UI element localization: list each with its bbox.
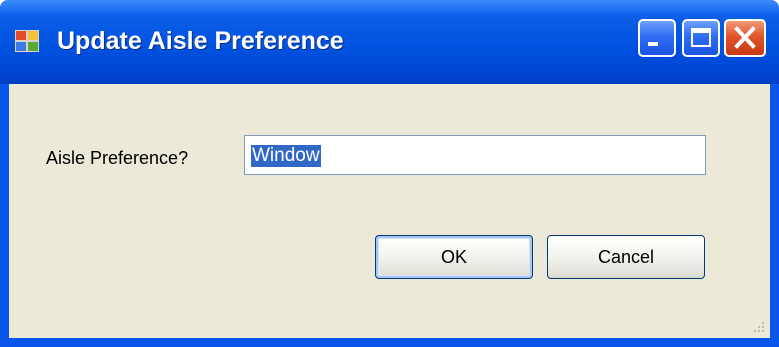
maximize-button[interactable] xyxy=(682,19,720,57)
ok-button[interactable]: OK xyxy=(375,235,533,279)
app-form-icon xyxy=(15,30,39,52)
resize-grip-icon[interactable] xyxy=(752,320,766,334)
aisle-preference-label: Aisle Preference? xyxy=(46,148,189,168)
close-button[interactable] xyxy=(724,19,766,57)
minimize-icon xyxy=(648,42,658,46)
selected-text[interactable]: Window xyxy=(251,145,321,167)
cancel-button[interactable]: Cancel xyxy=(547,235,705,279)
dialog-body: Aisle Preference? Window OK Cancel xyxy=(9,84,770,338)
title-bar[interactable]: Update Aisle Preference xyxy=(0,0,779,84)
minimize-button[interactable] xyxy=(638,19,676,57)
aisle-preference-input[interactable]: Window xyxy=(244,135,706,175)
dialog-window: Update Aisle Preference Aisle Preference… xyxy=(0,0,779,347)
close-icon xyxy=(734,26,756,49)
window-title: Update Aisle Preference xyxy=(57,27,344,55)
maximize-icon xyxy=(691,28,711,47)
